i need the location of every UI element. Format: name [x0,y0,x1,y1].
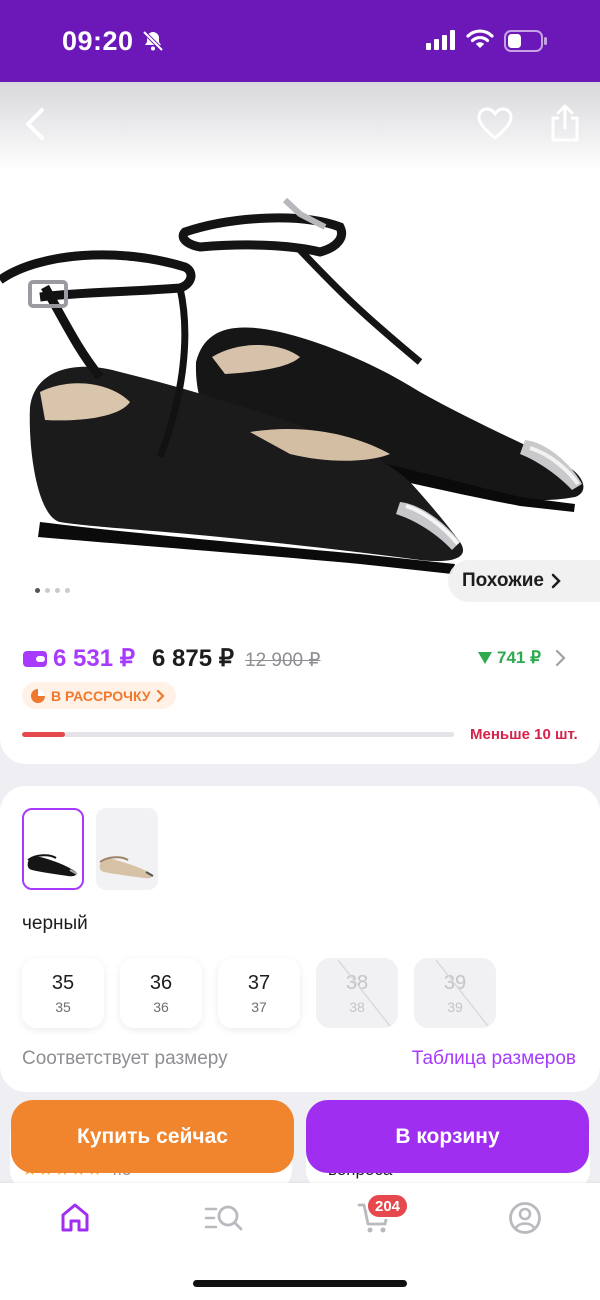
discount-value: 741 ₽ [497,648,541,667]
unavailable-strike [435,959,489,1027]
size-sub-label: 36 [153,999,169,1015]
selected-color-name: черный [22,913,88,934]
size-sub-label: 37 [251,999,267,1015]
back-arrow-icon[interactable] [20,104,50,144]
pagination-dot [35,588,40,593]
installment-icon [31,688,45,703]
bottom-tab-bar: 204 [0,1183,600,1300]
color-thumb-black[interactable] [22,808,84,890]
size-option-unavailable: 38 38 [316,958,398,1028]
gallery-pagination [35,588,70,593]
installment-badge[interactable]: В РАССРОЧКУ [22,682,176,709]
size-main-label: 36 [149,972,173,994]
size-table-link[interactable]: Таблица размеров [412,1048,576,1070]
stock-progress-bar [22,732,454,737]
unavailable-strike [337,959,391,1027]
stock-progress-fill [22,732,66,737]
signal-icon [426,30,455,50]
catalog-search-icon[interactable] [204,1201,244,1235]
home-indicator [193,1280,407,1287]
share-icon[interactable] [547,102,583,144]
status-time: 09:20 [62,26,134,56]
battery-icon [504,30,547,52]
profile-icon[interactable] [508,1201,542,1235]
size-option[interactable]: 35 35 [22,958,104,1028]
price-card: 6 531 ₽ 6 875 ₽ 12 900 ₽ 741 ₽ В РАССРОЧ… [0,622,600,764]
cart-count-badge: 204 [366,1193,410,1219]
size-main-label: 37 [247,972,271,994]
chevron-right-icon [156,689,165,702]
heart-icon[interactable] [476,106,514,142]
old-price: 12 900 ₽ [245,650,321,671]
bell-slash-icon [142,30,164,52]
product-gallery[interactable]: Похожие [0,82,600,630]
similar-button[interactable]: Похожие [448,560,600,602]
wallet-icon [23,651,47,667]
discount-amount[interactable]: 741 ₽ [478,648,541,668]
fit-label: Соответствует размеру [22,1048,228,1069]
similar-label: Похожие [462,570,544,591]
wifi-icon [466,29,494,48]
installment-label: В РАССРОЧКУ [51,687,151,704]
size-option[interactable]: 37 37 [218,958,300,1028]
down-triangle-icon [478,652,492,664]
pagination-dot [55,588,60,593]
wallet-price: 6 531 ₽ [53,645,135,672]
size-option[interactable]: 36 36 [120,958,202,1028]
add-to-cart-button[interactable]: В корзину [306,1100,589,1173]
home-icon[interactable] [58,1201,92,1235]
current-price: 6 875 ₽ [152,645,234,672]
buy-now-button[interactable]: Купить сейчас [11,1100,294,1173]
thumb-image [99,856,154,879]
pagination-dot [45,588,50,593]
size-selector: 35 35 36 36 37 37 38 38 39 39 [22,958,496,1028]
thumb-image [27,854,78,877]
pagination-dot [65,588,70,593]
product-image [0,197,584,574]
variant-card: черный 35 35 36 36 37 37 38 38 39 39 Соо… [0,786,600,1092]
color-thumb-beige[interactable] [96,808,158,890]
size-sub-label: 35 [55,999,71,1015]
stock-label: Меньше 10 шт. [470,726,578,743]
status-bar: 09:20 [0,0,600,82]
chevron-right-icon[interactable] [554,648,568,668]
chevron-right-icon [551,573,561,589]
size-main-label: 35 [51,972,75,994]
size-option-unavailable: 39 39 [414,958,496,1028]
